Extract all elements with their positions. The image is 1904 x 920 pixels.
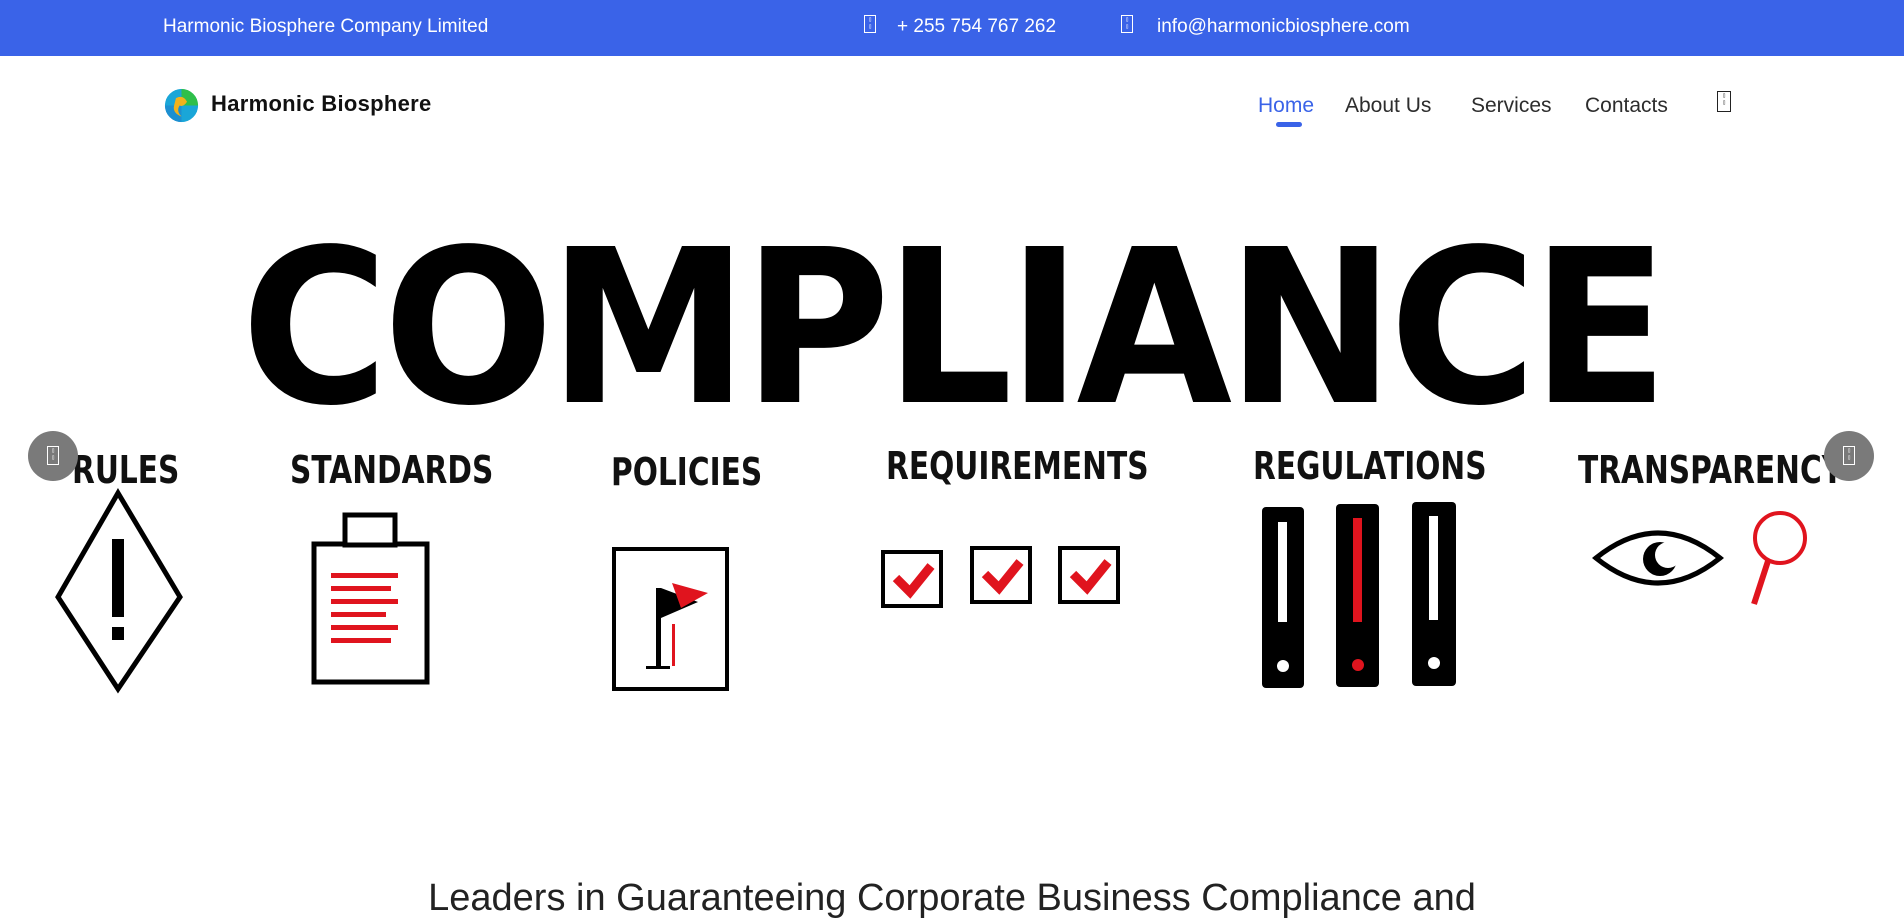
nav-about-us[interactable]: About Us [1345,94,1431,118]
nav-home[interactable]: Home [1258,94,1314,118]
slider-next-button[interactable]: ▯ ▯ [1824,431,1874,481]
slider-prev-button[interactable]: ▯ ▯ [28,431,78,481]
eye-magnifier-icon [1592,511,1807,605]
binders-icon [1262,502,1456,688]
active-indicator [1276,122,1302,127]
brand-name[interactable]: Harmonic Biosphere [211,91,432,117]
checkbox-icons [881,546,1120,608]
section-heading: Leaders in Guaranteeing Corporate Busine… [428,877,1476,919]
company-name: Harmonic Biosphere Company Limited [163,16,489,37]
search-icon[interactable]: ▯ ▯ [1717,91,1731,112]
chevron-left-icon: ▯ ▯ [47,446,59,465]
email-link[interactable]: info@harmonicbiosphere.com [1157,16,1410,38]
logo-icon[interactable] [163,87,200,124]
clipboard-icon [311,512,430,685]
compliance-illustration [55,488,1807,694]
warning-diamond-icon [55,488,183,694]
phone-link[interactable]: + 255 754 767 262 [897,16,1056,38]
nav-services[interactable]: Services [1471,94,1552,118]
chevron-right-icon: ▯ ▯ [1843,446,1855,465]
flag-frame-icon [612,547,729,691]
phone-icon: ▯ ▯ [864,15,876,33]
hero-slider: COMPLIANCE RULES STANDARDS POLICIES REQU… [0,146,1904,726]
main-navbar: Harmonic Biosphere Home About Us Service… [0,56,1904,146]
top-contact-bar: Harmonic Biosphere Company Limited ▯ ▯ + … [0,0,1904,56]
envelope-icon: ▯ ▯ [1121,15,1133,33]
nav-contacts[interactable]: Contacts [1585,94,1668,118]
